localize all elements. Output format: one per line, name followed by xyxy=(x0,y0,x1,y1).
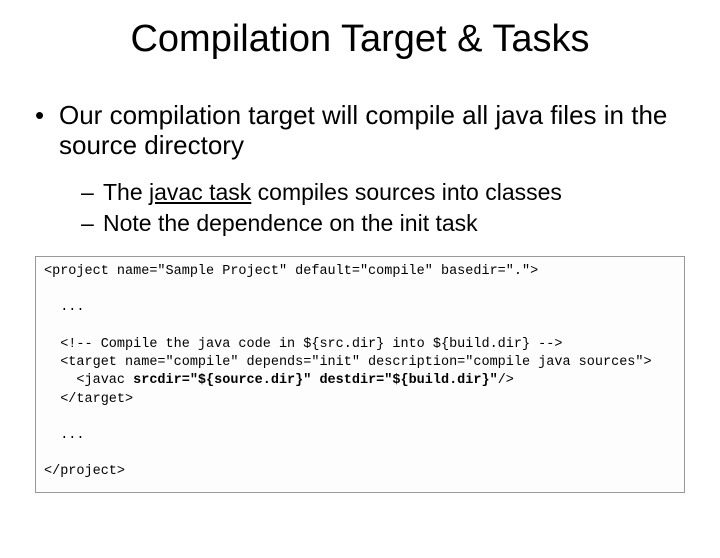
code-line: <project name="Sample Project" default="… xyxy=(44,264,538,279)
bullet-level-1: Our compilation target will compile all … xyxy=(35,101,685,161)
bullet-level-2: The javac task compiles sources into cla… xyxy=(35,179,685,207)
code-text: /> xyxy=(498,373,514,388)
code-bold: srcdir="${source.dir}" destdir="${build.… xyxy=(133,373,498,388)
code-line: ... xyxy=(44,428,85,443)
code-line: <!-- Compile the java code in ${src.dir}… xyxy=(44,337,562,352)
code-line: <javac srcdir="${source.dir}" destdir="$… xyxy=(44,373,514,388)
code-line: </target> xyxy=(44,392,133,407)
code-text: <javac xyxy=(44,373,133,388)
code-line: ... xyxy=(44,300,85,315)
slide-title: Compilation Target & Tasks xyxy=(35,18,685,61)
bullet-level-2: Note the dependence on the init task xyxy=(35,210,685,238)
code-line: </project> xyxy=(44,464,125,479)
slide: Compilation Target & Tasks Our compilati… xyxy=(0,18,720,558)
code-line: <target name="compile" depends="init" de… xyxy=(44,355,652,370)
javac-task-link[interactable]: javac task xyxy=(149,179,251,205)
bullet-text-pre: The xyxy=(103,179,149,205)
bullet-text-post: compiles sources into classes xyxy=(251,179,562,205)
code-block: <project name="Sample Project" default="… xyxy=(35,256,685,493)
